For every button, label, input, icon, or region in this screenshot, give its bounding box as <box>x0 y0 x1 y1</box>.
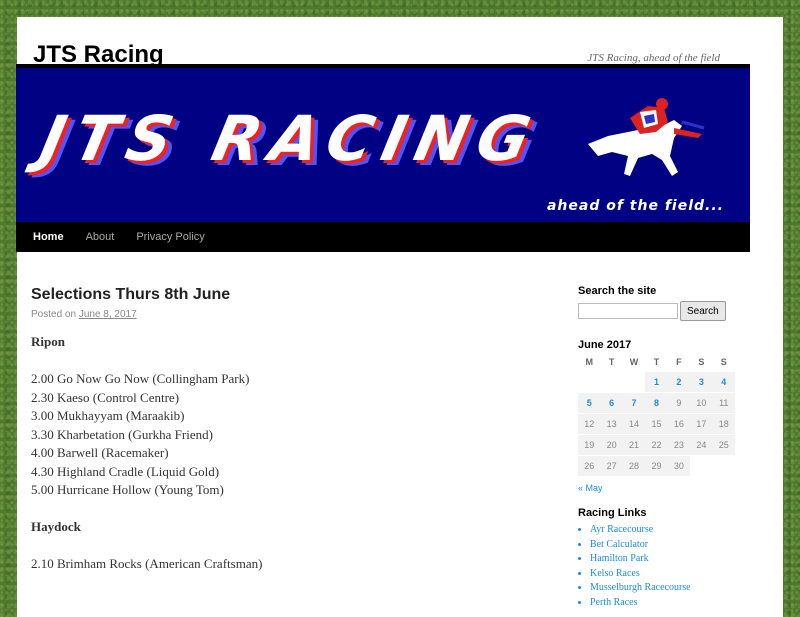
list-item: Perth Races <box>590 596 738 611</box>
calendar-empty-cell <box>690 455 713 477</box>
calendar-day-link[interactable]: 3 <box>690 371 713 393</box>
racing-link[interactable]: Ayr Racecourse <box>590 524 653 535</box>
calendar-day: 17 <box>690 413 713 435</box>
calendar-week-row: 1234 <box>578 371 735 393</box>
race-list-ripon: 2.00 Go Now Go Now (Collingham Park) 2.3… <box>31 370 531 500</box>
calendar-weekday-row: M T W T F S S <box>578 353 735 372</box>
race-line: 2.30 Kaeso (Control Centre) <box>31 389 180 405</box>
calendar-day: 14 <box>622 413 646 435</box>
racing-links-title: Racing Links <box>578 507 647 519</box>
header-banner[interactable]: JTS RACING ahead of the field... <box>16 64 750 222</box>
weekday-header: S <box>698 357 705 367</box>
banner-logo-text: JTS RACING <box>34 102 547 175</box>
calendar-day: 24 <box>690 434 713 456</box>
nav-item-privacy-policy[interactable]: Privacy Policy <box>125 222 215 252</box>
racing-link[interactable]: Hamilton Park <box>590 553 649 564</box>
calendar-day: 21 <box>622 434 646 456</box>
calendar-empty-cell <box>600 371 623 393</box>
calendar-day-link[interactable]: 7 <box>622 392 646 414</box>
calendar-day-link[interactable]: 1 <box>645 371 668 393</box>
calendar-week-row: 5 6 7 8 9 10 11 <box>578 392 735 414</box>
calendar-day: 11 <box>712 392 735 414</box>
list-item: Bet Calculator <box>590 538 738 553</box>
calendar-day-link[interactable]: 4 <box>712 371 735 393</box>
weekday-header: S <box>720 357 727 367</box>
nav-item-home[interactable]: Home <box>22 222 75 252</box>
race-line: 3.00 Mukhayyam (Maraakib) <box>31 408 185 423</box>
calendar-day: 26 <box>578 455 601 477</box>
racing-link[interactable]: Musselburgh Racecourse <box>590 582 691 593</box>
racing-link[interactable]: Kelso Races <box>590 568 640 579</box>
post-content: Ripon 2.00 Go Now Go Now (Collingham Par… <box>31 333 531 592</box>
search-button[interactable]: Search <box>680 301 726 321</box>
nav-item-about[interactable]: About <box>75 222 126 252</box>
race-line: 2.00 Go Now Go Now (Collingham Park) <box>31 371 250 386</box>
weekday-header: W <box>629 357 639 367</box>
calendar-day: 10 <box>690 392 713 414</box>
calendar-week-row: 26 27 28 29 30 <box>578 455 735 477</box>
calendar-empty-cell <box>622 371 646 393</box>
site-description: JTS Racing, ahead of the field <box>587 52 720 64</box>
calendar-day: 20 <box>600 434 623 456</box>
race-line: 5.00 Hurricane Hollow (Young Tom) <box>31 482 224 497</box>
calendar-day-link[interactable]: 6 <box>600 392 623 414</box>
post-date-link[interactable]: June 8, 2017 <box>79 309 137 320</box>
banner-tagline: ahead of the field... <box>546 198 724 214</box>
calendar-table: M T W T F S S 1 2 3 4 5 6 7 8 9 10 11 12 13 14 15 16 17 1… <box>578 353 735 477</box>
calendar-day: 18 <box>712 413 735 435</box>
racing-link[interactable]: Perth Races <box>590 597 638 608</box>
calendar-day: 28 <box>622 455 646 477</box>
course-heading-ripon: Ripon <box>31 334 65 349</box>
calendar-empty-cell <box>578 371 601 393</box>
calendar-week-row: 12 13 14 15 16 17 18 <box>578 413 735 435</box>
list-item: Musselburgh Racecourse <box>590 581 738 596</box>
race-line: 4.30 Highland Cradle (Liquid Gold) <box>31 463 220 479</box>
list-item: Hamilton Park <box>590 552 738 567</box>
racing-link[interactable]: Bet Calculator <box>590 539 648 550</box>
race-list-haydock: 2.10 Brimham Rocks (American Craftsman) <box>31 555 531 574</box>
course-heading-haydock: Haydock <box>31 519 81 534</box>
calendar-caption: June 2017 <box>578 339 632 351</box>
calendar-week-row: 19 20 21 22 23 24 25 <box>578 434 735 456</box>
list-item: Kelso Races <box>590 567 738 582</box>
calendar-day: 29 <box>645 455 668 477</box>
posted-on-label: Posted on <box>31 309 77 320</box>
weekday-header: F <box>676 357 682 367</box>
post-meta: Posted on June 8, 2017 <box>31 309 137 320</box>
calendar-empty-cell <box>712 455 735 477</box>
calendar-day: 13 <box>600 413 623 435</box>
race-line: 3.30 Kharbetation (Gurkha Friend) <box>31 426 213 442</box>
calendar-day: 15 <box>645 413 668 435</box>
calendar-day: 9 <box>667 392 691 414</box>
calendar-day: 25 <box>712 434 735 456</box>
list-item: Ayr Racecourse <box>590 523 738 538</box>
calendar-day: 16 <box>667 413 691 435</box>
calendar-day: 22 <box>645 434 668 456</box>
weekday-header: T <box>608 357 615 367</box>
main-nav: Home About Privacy Policy <box>16 222 750 252</box>
calendar-day: 12 <box>578 413 601 435</box>
calendar-day-link[interactable]: 5 <box>578 392 601 414</box>
racing-links-list: Ayr Racecourse Bet Calculator Hamilton P… <box>578 523 738 610</box>
calendar-body: 1 2 3 4 5 6 7 8 9 10 11 12 13 14 15 16 17 18 19 20 21 22 23 24 2… <box>578 371 735 477</box>
calendar-day: 23 <box>667 434 691 456</box>
search-input[interactable] <box>578 303 678 319</box>
race-line: 4.00 Barwell (Racemaker) <box>31 445 169 460</box>
calendar-prev-month-link[interactable]: « May <box>578 483 738 493</box>
jockey-horse-icon <box>588 98 705 176</box>
weekday-header: T <box>653 357 660 367</box>
sidebar: Search the site Search June 2017 M T W T… <box>578 285 738 610</box>
calendar-day-link[interactable]: 2 <box>667 371 691 393</box>
calendar-day: 19 <box>578 434 601 456</box>
calendar-day-link[interactable]: 8 <box>645 392 668 414</box>
calendar-day: 27 <box>600 455 623 477</box>
weekday-header: M <box>585 357 593 367</box>
race-line: 2.10 Brimham Rocks (American Craftsman) <box>31 556 263 571</box>
post-title[interactable]: Selections Thurs 8th June <box>31 286 230 304</box>
calendar-day: 30 <box>667 455 691 477</box>
search-form: Search <box>578 301 738 321</box>
search-widget-title: Search the site <box>578 285 657 297</box>
